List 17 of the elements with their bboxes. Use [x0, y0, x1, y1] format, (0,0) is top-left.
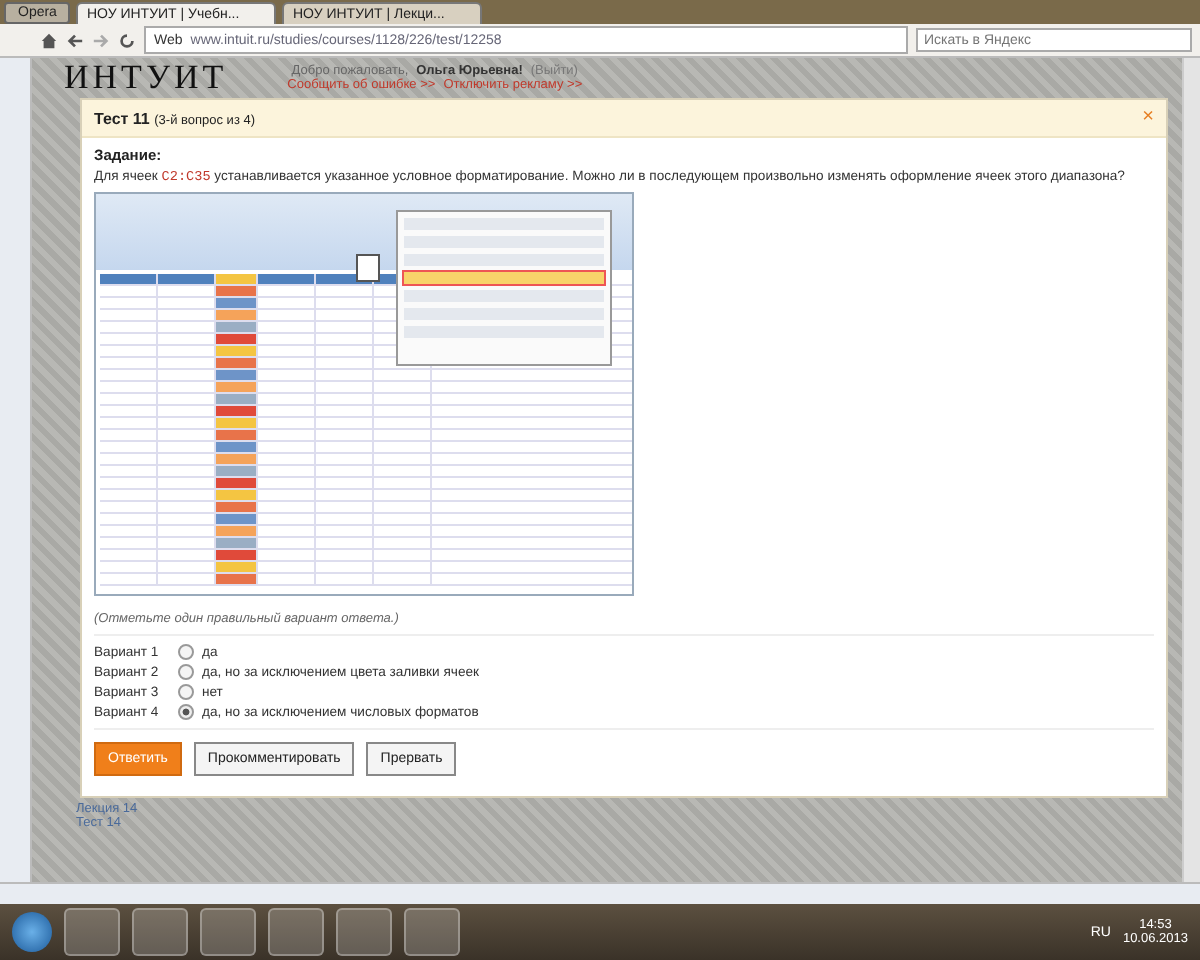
radio-button[interactable]	[178, 704, 194, 720]
start-button[interactable]	[12, 912, 52, 952]
radio-button[interactable]	[178, 684, 194, 700]
site-logo: ИНТУИТ	[64, 58, 228, 98]
taskbar-app-icon[interactable]	[268, 908, 324, 956]
taskbar-app-icon[interactable]	[132, 908, 188, 956]
forward-icon[interactable]	[92, 31, 110, 49]
radio-button[interactable]	[178, 644, 194, 660]
scrollbar[interactable]	[1182, 58, 1200, 882]
reload-icon[interactable]	[118, 31, 136, 49]
radio-button[interactable]	[178, 664, 194, 680]
taskbar-app-icon[interactable]	[404, 908, 460, 956]
taskbar-app-icon[interactable]	[336, 908, 392, 956]
taskbar-app-icon[interactable]	[200, 908, 256, 956]
home-icon[interactable]	[40, 31, 58, 49]
taskbar-app-icon[interactable]	[64, 908, 120, 956]
back-icon[interactable]	[66, 31, 84, 49]
